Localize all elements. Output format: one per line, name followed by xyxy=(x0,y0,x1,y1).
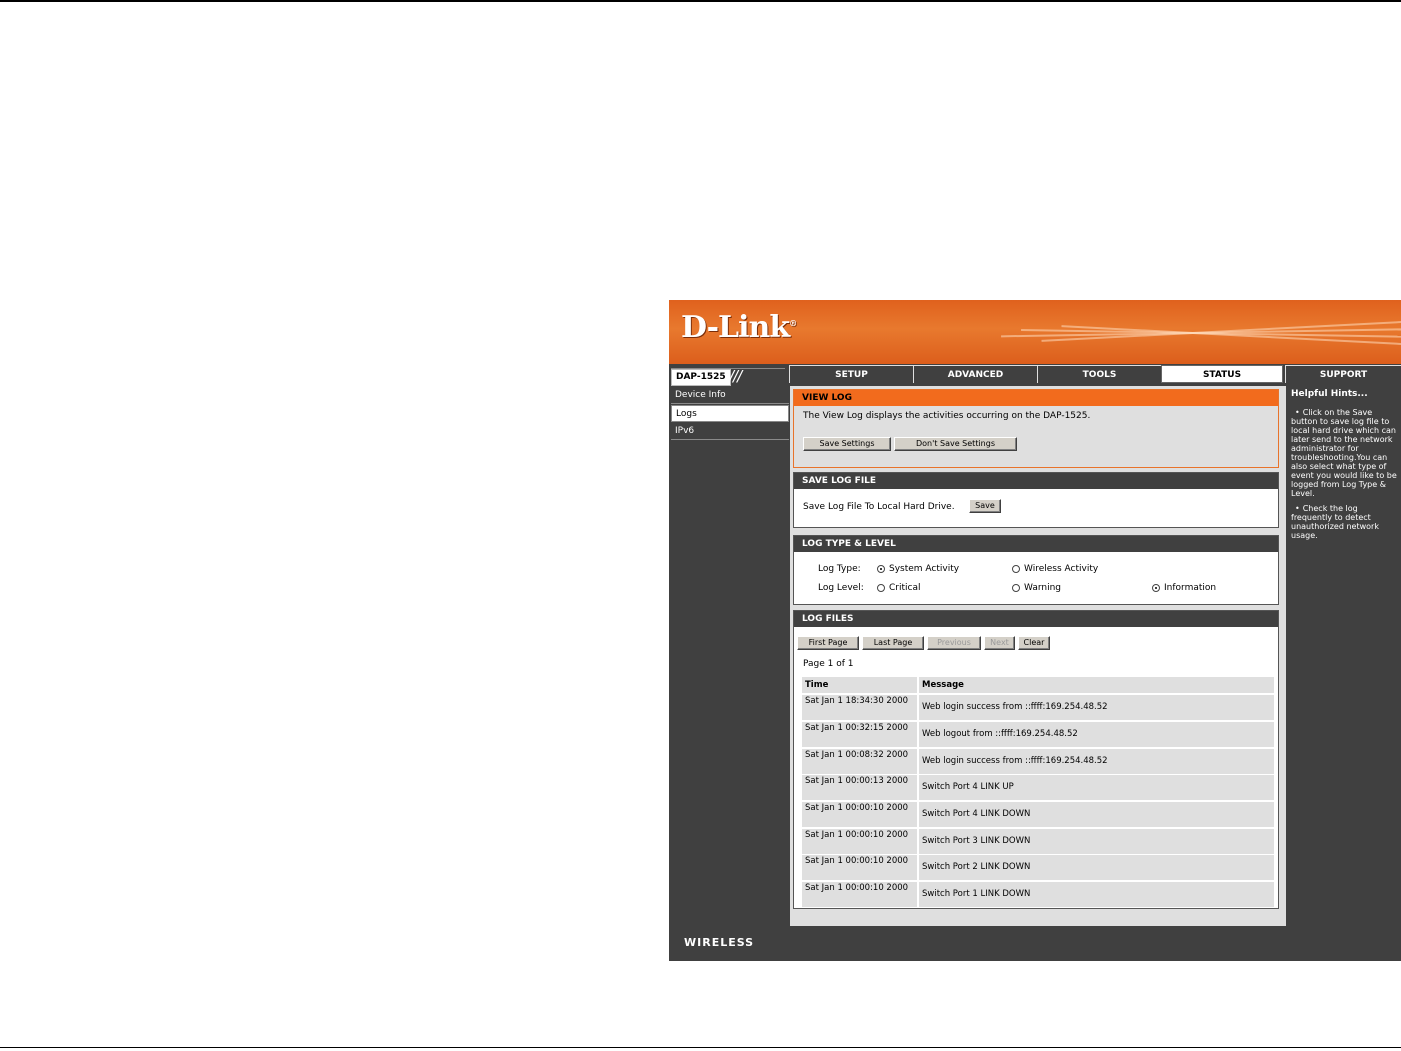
bullet-icon: • xyxy=(1295,408,1300,417)
sidebar-item-ipv6[interactable]: IPv6 xyxy=(671,423,789,440)
critical-radio[interactable] xyxy=(877,584,885,592)
log-time: Sat Jan 1 00:08:32 2000 xyxy=(802,749,917,774)
log-time: Sat Jan 1 00:00:10 2000 xyxy=(802,829,917,854)
helpful-hints-title: Helpful Hints... xyxy=(1291,389,1368,399)
table-row: Sat Jan 1 00:08:32 2000 Web login succes… xyxy=(802,749,1274,774)
last-page-button[interactable]: Last Page xyxy=(862,636,924,650)
sidebar-item-device-info[interactable]: Device Info xyxy=(671,387,789,404)
next-page-button[interactable]: Next xyxy=(984,636,1015,650)
dlink-logo: D-Link® xyxy=(681,310,798,345)
main-content: VIEW LOG The View Log displays the activ… xyxy=(790,386,1286,926)
wireless-activity-label: Wireless Activity xyxy=(1024,564,1099,574)
page-bottom-rule xyxy=(0,1047,1401,1048)
log-time: Sat Jan 1 00:00:13 2000 xyxy=(802,775,917,800)
information-label: Information xyxy=(1164,583,1217,593)
sidebar: Device Info Logs IPv6 xyxy=(671,386,789,926)
save-settings-button[interactable]: Save Settings xyxy=(803,437,891,451)
bullet-icon: • xyxy=(1295,504,1300,513)
header-banner: D-Link® xyxy=(669,300,1401,364)
footer-wireless-label: WIRELESS xyxy=(684,936,755,949)
page-top-rule xyxy=(0,0,1401,2)
tab-support[interactable]: SUPPORT xyxy=(1285,365,1401,383)
information-radio[interactable] xyxy=(1152,584,1160,592)
table-row: Sat Jan 1 18:34:30 2000 Web login succes… xyxy=(802,695,1274,720)
system-activity-label: System Activity xyxy=(889,564,960,574)
hint-save-log: • Click on the Save button to save log fi… xyxy=(1291,408,1397,498)
tab-status[interactable]: STATUS xyxy=(1161,365,1283,383)
table-row: Sat Jan 1 00:00:10 2000 Switch Port 3 LI… xyxy=(802,829,1274,854)
footer: WIRELESS xyxy=(669,926,1401,961)
log-time: Sat Jan 1 00:00:10 2000 xyxy=(802,802,917,827)
table-row: Sat Jan 1 00:32:15 2000 Web logout from … xyxy=(802,722,1274,747)
helpful-hints-panel: Helpful Hints... • Click on the Save butt… xyxy=(1288,386,1401,926)
log-time: Sat Jan 1 00:00:10 2000 xyxy=(802,882,917,907)
log-message: Switch Port 4 LINK UP xyxy=(919,775,1274,800)
top-navigation: DAP-1525 /// SETUP ADVANCED TOOLS STATUS… xyxy=(669,364,1401,386)
column-header-message: Message xyxy=(919,677,1274,693)
table-row: Sat Jan 1 00:00:10 2000 Switch Port 1 LI… xyxy=(802,882,1274,907)
log-files-section: LOG FILES First Page Last Page Previous … xyxy=(793,610,1279,909)
first-page-button[interactable]: First Page xyxy=(797,636,859,650)
wireless-activity-radio[interactable] xyxy=(1012,565,1020,573)
dont-save-settings-button[interactable]: Don't Save Settings xyxy=(894,437,1017,451)
log-type-level-section: LOG TYPE & LEVEL Log Type: System Activi… xyxy=(793,535,1279,605)
log-time: Sat Jan 1 18:34:30 2000 xyxy=(802,695,917,720)
page-info: Page 1 of 1 xyxy=(803,659,854,669)
table-row: Sat Jan 1 00:00:10 2000 Switch Port 2 LI… xyxy=(802,855,1274,880)
router-admin-panel: D-Link® DAP-1525 /// SETUP ADVANCED TOOL… xyxy=(669,300,1401,961)
table-row: Sat Jan 1 00:00:10 2000 Switch Port 4 LI… xyxy=(802,802,1274,827)
log-message: Switch Port 1 LINK DOWN xyxy=(919,882,1274,907)
log-message: Web logout from ::ffff:169.254.48.52 xyxy=(919,722,1274,747)
model-indicator: DAP-1525 /// xyxy=(671,367,785,386)
clear-log-button[interactable]: Clear xyxy=(1018,636,1050,650)
critical-label: Critical xyxy=(889,583,921,593)
log-message: Switch Port 4 LINK DOWN xyxy=(919,802,1274,827)
log-message: Web login success from ::ffff:169.254.48… xyxy=(919,695,1274,720)
column-header-time: Time xyxy=(802,677,917,693)
log-message: Web login success from ::ffff:169.254.48… xyxy=(919,749,1274,774)
previous-page-button[interactable]: Previous xyxy=(927,636,981,650)
warning-radio[interactable] xyxy=(1012,584,1020,592)
log-message: Switch Port 3 LINK DOWN xyxy=(919,829,1274,854)
log-type-level-title: LOG TYPE & LEVEL xyxy=(794,536,1278,552)
log-type-label: Log Type: xyxy=(818,564,861,574)
log-time: Sat Jan 1 00:00:10 2000 xyxy=(802,855,917,880)
model-label: DAP-1525 xyxy=(671,369,731,386)
tab-setup[interactable]: SETUP xyxy=(789,365,913,383)
system-activity-radio[interactable] xyxy=(877,565,885,573)
log-level-label: Log Level: xyxy=(818,583,864,593)
hint-check-log: • Check the log frequently to detect unau… xyxy=(1291,504,1379,540)
tab-advanced[interactable]: ADVANCED xyxy=(913,365,1037,383)
save-log-file-section: SAVE LOG FILE Save Log File To Local Har… xyxy=(793,472,1279,528)
sidebar-item-logs[interactable]: Logs xyxy=(671,405,789,422)
view-log-section: VIEW LOG The View Log displays the activ… xyxy=(793,389,1279,468)
view-log-description: The View Log displays the activities occ… xyxy=(803,411,1091,421)
save-log-file-title: SAVE LOG FILE xyxy=(794,473,1278,489)
log-files-title: LOG FILES xyxy=(794,611,1278,627)
save-log-button[interactable]: Save xyxy=(969,499,1001,513)
log-time: Sat Jan 1 00:32:15 2000 xyxy=(802,722,917,747)
save-log-file-label: Save Log File To Local Hard Drive. xyxy=(803,502,955,512)
log-table-header: Time Message xyxy=(802,677,1274,693)
warning-label: Warning xyxy=(1024,583,1062,593)
model-slashes-decoration: /// xyxy=(729,367,742,385)
tab-tools[interactable]: TOOLS xyxy=(1037,365,1161,383)
view-log-title: VIEW LOG xyxy=(794,390,1278,406)
table-row: Sat Jan 1 00:00:13 2000 Switch Port 4 LI… xyxy=(802,775,1274,800)
log-message: Switch Port 2 LINK DOWN xyxy=(919,855,1274,880)
